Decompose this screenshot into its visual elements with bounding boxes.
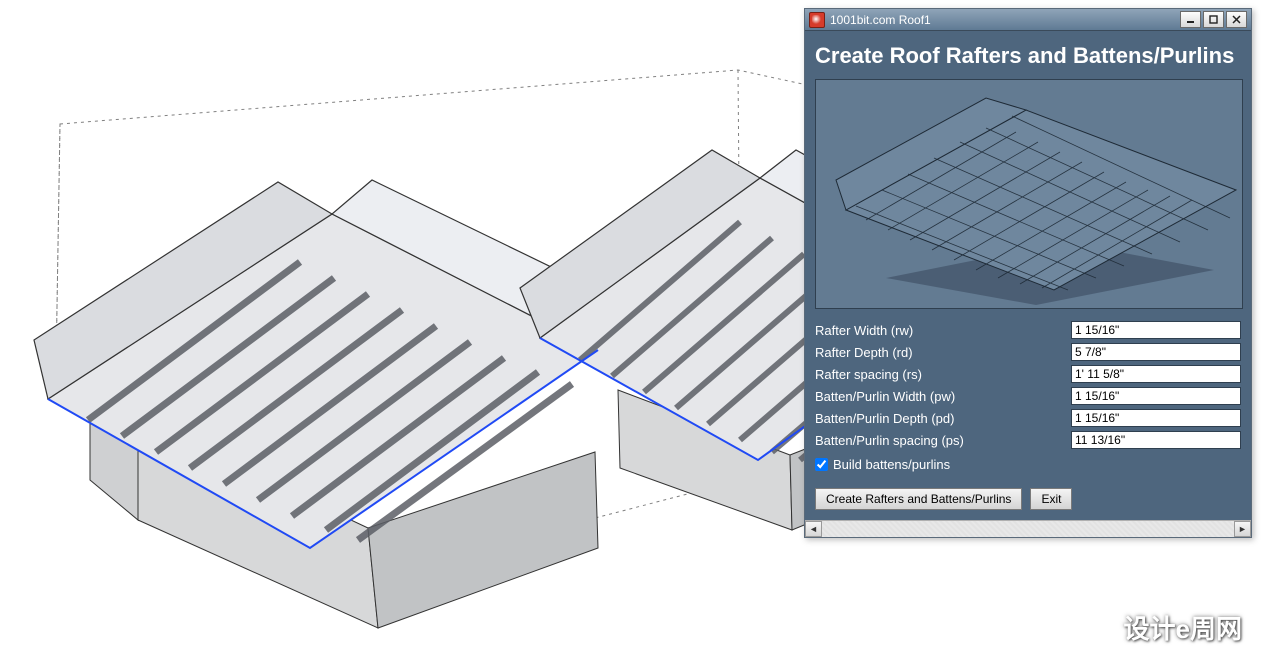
- close-button[interactable]: [1226, 11, 1247, 28]
- checkbox-build-battens[interactable]: [815, 458, 828, 471]
- watermark-text: 设计e周网: [1124, 609, 1242, 646]
- label-rafter-width: Rafter Width (rw): [815, 323, 1071, 338]
- roof-rafters-dialog: 1001bit.com Roof1 Create Roof Rafters an…: [804, 8, 1252, 538]
- label-batten-spacing: Batten/Purlin spacing (ps): [815, 433, 1071, 448]
- input-batten-width[interactable]: [1071, 387, 1241, 405]
- dialog-horizontal-scrollbar[interactable]: ◄ ►: [805, 520, 1251, 537]
- sketchup-app-icon: [809, 12, 825, 28]
- parameters-form: Rafter Width (rw) Rafter Depth (rd) Raft…: [815, 319, 1241, 510]
- minimize-button[interactable]: [1180, 11, 1201, 28]
- input-rafter-depth[interactable]: [1071, 343, 1241, 361]
- scroll-left-arrow-icon[interactable]: ◄: [805, 521, 822, 537]
- scroll-right-arrow-icon[interactable]: ►: [1234, 521, 1251, 537]
- maximize-button[interactable]: [1203, 11, 1224, 28]
- label-batten-width: Batten/Purlin Width (pw): [815, 389, 1071, 404]
- checkbox-build-battens-label: Build battens/purlins: [833, 457, 950, 472]
- wechat-icon: [1084, 615, 1116, 641]
- create-button[interactable]: Create Rafters and Battens/Purlins: [815, 488, 1022, 510]
- dialog-window-title: 1001bit.com Roof1: [830, 13, 1180, 27]
- exit-button[interactable]: Exit: [1030, 488, 1072, 510]
- scroll-track[interactable]: [822, 521, 1234, 537]
- label-rafter-depth: Rafter Depth (rd): [815, 345, 1071, 360]
- dialog-body: Create Roof Rafters and Battens/Purlins: [805, 31, 1251, 520]
- watermark: 设计e周网: [1084, 609, 1242, 646]
- input-batten-spacing[interactable]: [1071, 431, 1241, 449]
- label-rafter-spacing: Rafter spacing (rs): [815, 367, 1071, 382]
- dialog-heading: Create Roof Rafters and Battens/Purlins: [815, 43, 1241, 69]
- dialog-titlebar[interactable]: 1001bit.com Roof1: [805, 9, 1251, 31]
- label-batten-depth: Batten/Purlin Depth (pd): [815, 411, 1071, 426]
- input-rafter-spacing[interactable]: [1071, 365, 1241, 383]
- input-rafter-width[interactable]: [1071, 321, 1241, 339]
- roof-preview-image: [815, 79, 1243, 309]
- input-batten-depth[interactable]: [1071, 409, 1241, 427]
